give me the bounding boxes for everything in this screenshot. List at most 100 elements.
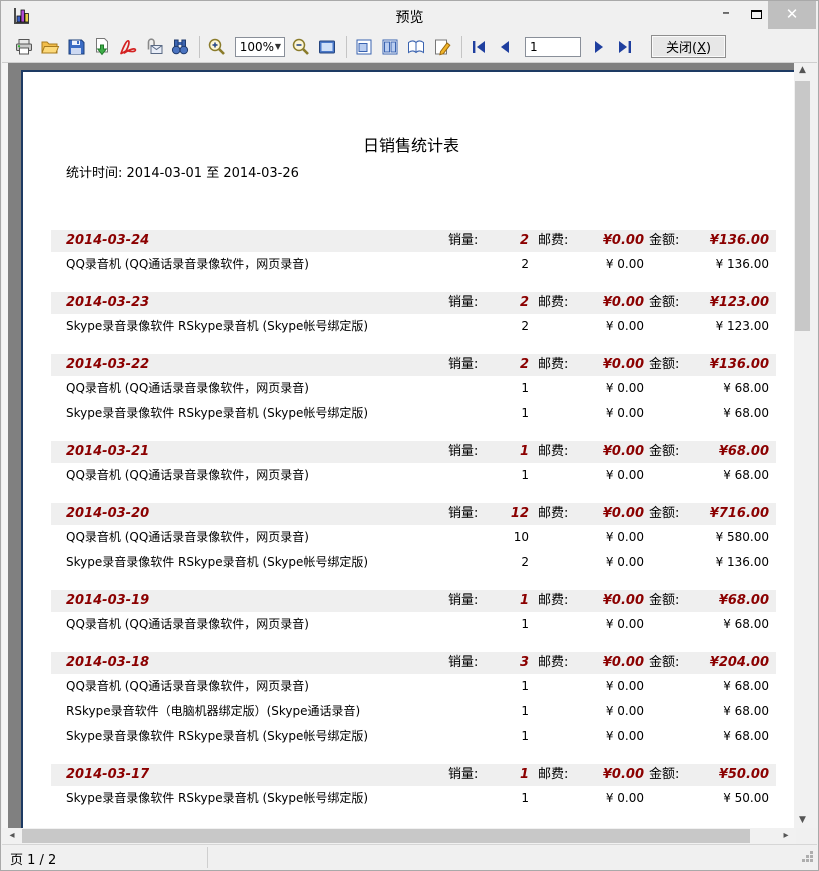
find-button[interactable] [168,35,192,59]
qty-total: 2 [471,230,529,252]
print-icon [14,37,34,57]
product-amount: ¥ 68.00 [689,463,769,488]
product-qty: 10 [471,525,529,550]
date-group-2014-03-17: 2014-03-17销量:1邮费:¥0.00金额:¥50.00Skype录音录像… [23,764,793,811]
print-button[interactable] [12,35,36,59]
open-button[interactable] [38,35,62,59]
amount-label: 金额: [649,292,679,314]
product-amount: ¥ 68.00 [689,674,769,699]
vertical-scrollbar-thumb[interactable] [795,81,810,331]
first-page-button[interactable] [467,35,491,59]
page-layout-icon [354,37,374,57]
product-postage: ¥ 0.00 [580,724,644,749]
product-row: QQ录音机 (QQ通话录音录像软件，网页录音)1¥ 0.00¥ 68.00 [23,612,776,637]
product-row: Skype录音录像软件 RSkype录音机 (Skype帐号绑定版)1¥ 0.0… [23,401,776,426]
group-date: 2014-03-24 [66,230,149,252]
scroll-down-icon[interactable]: ▼ [794,813,811,828]
product-qty: 1 [471,786,529,811]
product-row: QQ录音机 (QQ通话录音录像软件，网页录音)1¥ 0.00¥ 68.00 [23,463,776,488]
open-folder-icon [40,37,60,57]
horizontal-scrollbar[interactable]: ◂ ▸ [2,828,796,844]
close-label-key: X [697,41,706,56]
book-view-button[interactable] [404,35,428,59]
fit-screen-button[interactable] [315,35,339,59]
two-page-layout-button[interactable] [378,35,402,59]
product-qty: 1 [471,724,529,749]
date-group-2014-03-20: 2014-03-20销量:12邮费:¥0.00金额:¥716.00QQ录音机 (… [23,503,793,575]
preview-window: 预览 – ✕ 100% ▼ 关闭(X) [0,0,819,871]
next-page-icon [590,38,608,56]
horizontal-scrollbar-thumb[interactable] [22,829,750,843]
save-button[interactable] [64,35,88,59]
close-preview-button[interactable]: 关闭(X) [651,35,726,58]
mail-button[interactable] [142,35,166,59]
product-qty: 2 [471,252,529,277]
statusbar-divider [207,847,208,868]
pdf-button[interactable] [116,35,140,59]
title-bar: 预览 – ✕ [2,1,817,31]
postage-total: ¥0.00 [580,230,644,252]
window-title: 预览 [2,7,817,27]
export-button[interactable] [90,35,114,59]
resize-grip-icon[interactable] [801,850,814,867]
date-group-2014-03-22: 2014-03-22销量:2邮费:¥0.00金额:¥136.00QQ录音机 (Q… [23,354,793,426]
product-row: Skype录音录像软件 RSkype录音机 (Skype帐号绑定版)1¥ 0.0… [23,786,776,811]
date-group-2014-03-21: 2014-03-21销量:1邮费:¥0.00金额:¥68.00QQ录音机 (QQ… [23,441,793,488]
product-row: QQ录音机 (QQ通话录音录像软件，网页录音)1¥ 0.00¥ 68.00 [23,376,776,401]
amount-total: ¥204.00 [689,652,769,674]
zoom-out-button[interactable] [289,35,313,59]
product-row: QQ录音机 (QQ通话录音录像软件，网页录音)10¥ 0.00¥ 580.00 [23,525,776,550]
zoom-in-button[interactable] [205,35,229,59]
date-group-2014-03-18: 2014-03-18销量:3邮费:¥0.00金额:¥204.00QQ录音机 (Q… [23,652,793,749]
product-postage: ¥ 0.00 [580,699,644,724]
product-qty: 1 [471,612,529,637]
toolbar-separator [346,36,347,58]
edit-page-icon [432,37,452,57]
product-qty: 1 [471,463,529,488]
postage-label: 邮费: [538,590,568,612]
minimize-icon: – [722,3,730,21]
mail-attach-icon [144,37,164,57]
page-indicator: 页 1 / 2 [10,849,56,868]
amount-label: 金额: [649,230,679,252]
report-groups: 2014-03-24销量:2邮费:¥0.00金额:¥136.00QQ录音机 (Q… [23,230,793,826]
scroll-right-icon[interactable]: ▸ [778,828,794,844]
product-row: QQ录音机 (QQ通话录音录像软件，网页录音)2¥ 0.00¥ 136.00 [23,252,776,277]
next-page-button[interactable] [587,35,611,59]
product-qty: 1 [471,376,529,401]
group-header-row: 2014-03-22销量:2邮费:¥0.00金额:¥136.00 [51,354,776,376]
scroll-up-icon[interactable]: ▲ [794,63,811,78]
product-row: RSkype录音软件（电脑机器绑定版）(Skype通话录音)1¥ 0.00¥ 6… [23,699,776,724]
amount-total: ¥716.00 [689,503,769,525]
zoom-level-combo[interactable]: 100% ▼ [235,37,285,57]
last-page-button[interactable] [613,35,637,59]
qty-total: 12 [471,503,529,525]
minimize-button[interactable]: – [708,1,744,29]
postage-total: ¥0.00 [580,590,644,612]
zoom-out-icon [291,37,311,57]
scrollbar-corner [796,828,817,844]
toolbar: 100% ▼ 关闭(X) [2,31,817,63]
last-page-icon [616,38,634,56]
page-number-input[interactable] [525,37,581,57]
zoom-level-value: 100% [239,40,275,54]
product-qty: 1 [471,699,529,724]
product-amount: ¥ 136.00 [689,252,769,277]
product-postage: ¥ 0.00 [580,612,644,637]
window-close-button[interactable]: ✕ [768,1,816,29]
product-postage: ¥ 0.00 [580,674,644,699]
preview-viewport: 日销售统计表 统计时间: 2014-03-01 至 2014-03-26 201… [2,63,817,828]
vertical-scrollbar[interactable]: ▲ ▼ [794,63,811,828]
page-layout-button[interactable] [352,35,376,59]
amount-label: 金额: [649,590,679,612]
product-name: QQ录音机 (QQ通话录音录像软件，网页录音) [66,525,309,550]
product-qty: 2 [471,314,529,339]
amount-label: 金额: [649,764,679,786]
product-postage: ¥ 0.00 [580,376,644,401]
product-row: QQ录音机 (QQ通话录音录像软件，网页录音)1¥ 0.00¥ 68.00 [23,674,776,699]
group-header-row: 2014-03-24销量:2邮费:¥0.00金额:¥136.00 [51,230,776,252]
maximize-button[interactable] [744,1,768,29]
edit-button[interactable] [430,35,454,59]
scroll-left-icon[interactable]: ◂ [4,828,20,844]
previous-page-button[interactable] [493,35,517,59]
